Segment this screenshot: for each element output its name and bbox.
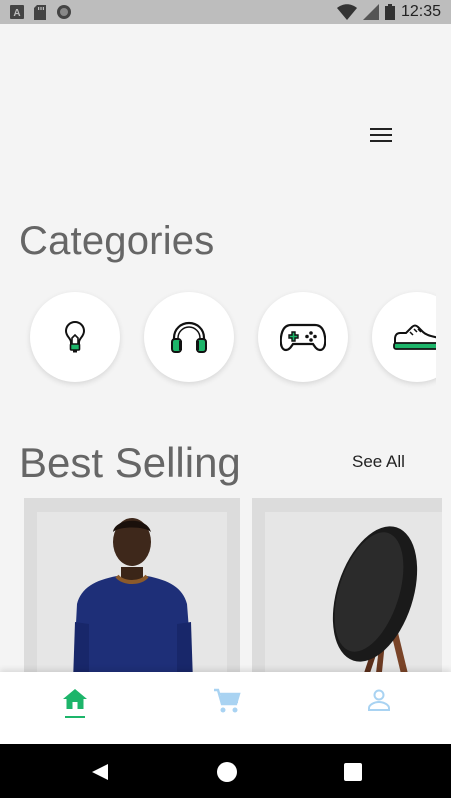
circle-notification-icon (57, 5, 71, 19)
category-sneaker[interactable] (372, 292, 436, 382)
category-gamepad[interactable] (258, 292, 348, 382)
sd-card-icon (34, 4, 46, 20)
cart-icon (214, 688, 241, 713)
nav-cart[interactable] (212, 688, 242, 728)
product-image-speaker (265, 512, 442, 678)
svg-text:A: A (13, 8, 20, 19)
system-navigation-bar (0, 744, 451, 798)
category-lightbulb[interactable] (30, 292, 120, 382)
status-bar-right: 12:35 (336, 3, 441, 21)
menu-line (370, 134, 392, 136)
recents-icon[interactable] (344, 763, 362, 781)
nav-profile[interactable] (364, 688, 394, 728)
wifi-icon (336, 4, 357, 20)
gamepad-icon (280, 323, 326, 352)
categories-list[interactable] (20, 286, 436, 390)
black-speaker-photo (265, 512, 442, 678)
status-time: 12:35 (400, 3, 441, 20)
menu-line (370, 128, 392, 130)
categories-title: Categories (19, 219, 215, 263)
profile-icon (368, 689, 390, 711)
cell-signal-icon (362, 4, 379, 20)
home-circle-icon[interactable] (216, 761, 238, 783)
a-letter-icon: A (10, 5, 24, 19)
home-icon (63, 689, 87, 709)
back-icon[interactable] (90, 762, 110, 782)
app-screen: A 12:35 Categories Best Selling See All (0, 0, 451, 798)
status-bar-left: A (10, 4, 72, 20)
category-headphones[interactable] (144, 292, 234, 382)
menu-line (370, 140, 392, 142)
product-card[interactable] (252, 498, 442, 678)
lightbulb-icon (64, 320, 86, 353)
man-blue-sweater-photo (37, 512, 227, 678)
best-selling-title: Best Selling (19, 439, 241, 486)
see-all-link[interactable]: See All (352, 452, 405, 472)
bottom-navigation (0, 672, 451, 744)
nav-home[interactable] (60, 688, 90, 728)
product-image-man-sweater (37, 512, 227, 678)
nav-active-indicator (65, 716, 85, 718)
battery-icon (384, 4, 395, 20)
menu-button[interactable] (368, 125, 394, 145)
product-card[interactable] (24, 498, 240, 678)
sneaker-icon (393, 324, 436, 350)
headphones-icon (171, 321, 207, 353)
status-bar: A 12:35 (0, 0, 451, 24)
